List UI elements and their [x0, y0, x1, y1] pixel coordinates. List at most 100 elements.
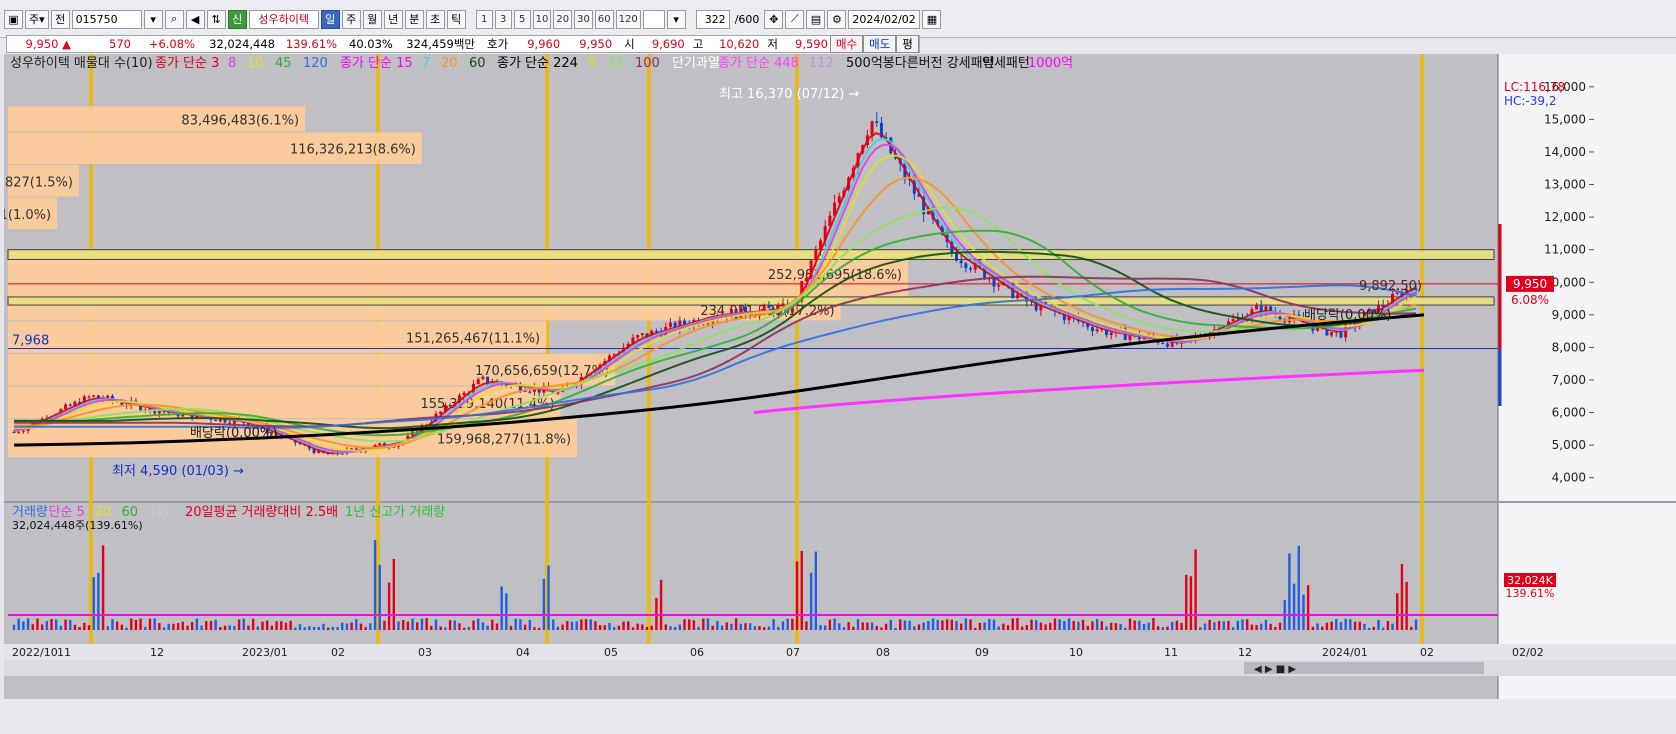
volume-legend-item: 20일평균 거래량대비 2.5배	[185, 505, 338, 520]
interval-20[interactable]: 20	[553, 9, 573, 29]
volume-bar	[706, 618, 710, 630]
x-axis-label: 06	[690, 646, 704, 659]
speaker-icon[interactable]: ◀	[185, 9, 205, 29]
interval-30[interactable]: 30	[574, 9, 593, 29]
eval-button[interactable]: 평	[896, 35, 919, 53]
volume-profile-label: 252,981,695(18.6%)	[768, 268, 902, 283]
volume-bar	[223, 625, 227, 630]
volume-bar	[106, 626, 109, 630]
dividend-annotation-2: 배당락(0.00%)	[1304, 308, 1391, 323]
axis-background	[1498, 54, 1676, 699]
search-icon[interactable]: ⌕	[164, 9, 184, 29]
interval-3[interactable]: 3	[494, 9, 512, 29]
volume-bar	[1002, 623, 1005, 630]
x-axis-label: 08	[876, 646, 890, 659]
mode-select-1[interactable]: 주 ▾	[25, 9, 49, 29]
volume-bar	[158, 623, 161, 630]
volume-bar	[805, 621, 808, 630]
volume-profile-label: 19,947,827(1.5%)	[4, 175, 73, 190]
volume-bar	[983, 622, 986, 630]
interval-custom-input[interactable]	[642, 9, 665, 29]
interval-10[interactable]: 10	[532, 9, 552, 29]
candle-body	[870, 121, 874, 136]
code-dropdown-icon[interactable]: ▾	[143, 9, 163, 29]
save-icon[interactable]: ▤	[806, 9, 826, 29]
volume-bar	[669, 626, 672, 630]
volume-bar	[467, 627, 471, 630]
candle-body	[439, 411, 443, 414]
candle-body	[969, 268, 973, 270]
mode-select-2[interactable]: 전	[50, 9, 70, 29]
interval-dropdown-icon[interactable]: ▾	[666, 9, 686, 29]
code-input[interactable]: 015750	[71, 9, 142, 29]
volume-bar	[1208, 619, 1211, 630]
volume-bar	[786, 618, 789, 630]
count-input[interactable]: 322	[695, 9, 730, 29]
line-tool-icon[interactable]: ⟋	[785, 9, 805, 29]
volume-bar	[974, 627, 977, 630]
volume-bar	[1217, 620, 1221, 630]
volume-bar	[997, 626, 1000, 630]
volume-bar	[1194, 549, 1197, 630]
candle-body	[12, 432, 16, 434]
volume-bar	[580, 619, 583, 630]
candle-body	[762, 305, 766, 311]
volume-legend-item: 단순 5	[49, 505, 85, 520]
volume-bar	[420, 618, 424, 630]
window-icon[interactable]: ▣	[4, 9, 23, 29]
lc-label: LC:116,78	[1504, 80, 1565, 94]
period-week[interactable]: 주	[341, 9, 361, 29]
volume-bar	[1063, 621, 1066, 630]
volume-bar	[598, 625, 602, 630]
x-axis-label: 11	[1164, 646, 1178, 659]
volume-bar	[195, 618, 199, 630]
volume-bar	[767, 626, 771, 630]
interval-5[interactable]: 5	[513, 9, 531, 29]
period-tick[interactable]: 틱	[446, 9, 466, 29]
volume-bar	[1185, 574, 1188, 630]
candle-body	[959, 260, 963, 264]
volume-bar	[317, 626, 320, 630]
volume-bar	[477, 618, 480, 630]
period-month[interactable]: 월	[362, 9, 382, 29]
volume-bar	[664, 624, 667, 630]
volume-bar	[692, 620, 696, 630]
quote-hoga-label: 호가	[487, 37, 509, 51]
volume-bar	[566, 621, 569, 630]
gear-icon[interactable]: ⚙	[827, 9, 847, 29]
quote-high: 10,620	[719, 37, 760, 51]
period-day[interactable]: 일	[320, 9, 340, 29]
chart-area[interactable]: 83,496,483(6.1%) 116,326,213(8.6%) 19,947,…	[0, 54, 1676, 731]
crosshair-icon[interactable]: ✥	[764, 9, 784, 29]
volume-bar	[514, 618, 517, 630]
prev-next-icon[interactable]: ⇅	[206, 9, 226, 29]
candle-body	[1161, 342, 1165, 344]
calendar-icon[interactable]: ▦	[922, 9, 942, 29]
volume-bar	[1330, 621, 1333, 630]
date-input[interactable]: 2024/02/02	[848, 9, 921, 29]
candle-body	[64, 404, 68, 410]
volume-bar	[1363, 623, 1366, 630]
period-year[interactable]: 년	[383, 9, 403, 29]
volume-bar	[1241, 619, 1244, 630]
quote-high-label: 고	[692, 37, 704, 51]
price-tick-label: 6,000	[1552, 406, 1586, 420]
volume-bar	[462, 627, 466, 630]
volume-bar	[242, 618, 245, 630]
volume-bar	[1316, 623, 1319, 630]
volume-bar	[570, 621, 574, 630]
interval-1[interactable]: 1	[475, 9, 493, 29]
price-chart-svg[interactable]: 83,496,483(6.1%) 116,326,213(8.6%) 19,947,…	[0, 54, 1676, 731]
stock-name: 성우하이텍	[248, 9, 319, 29]
buy-button[interactable]: 매수	[829, 35, 864, 53]
period-minute[interactable]: 분	[404, 9, 424, 29]
interval-60[interactable]: 60	[594, 9, 614, 29]
period-second[interactable]: 초	[425, 9, 445, 29]
volume-bar	[922, 622, 925, 630]
volume-bar	[547, 565, 550, 630]
volume-bar	[369, 623, 372, 630]
volume-bar	[17, 618, 20, 630]
interval-120[interactable]: 120	[615, 9, 641, 29]
legend-item: 60	[469, 56, 486, 71]
sell-button[interactable]: 매도	[863, 35, 897, 53]
